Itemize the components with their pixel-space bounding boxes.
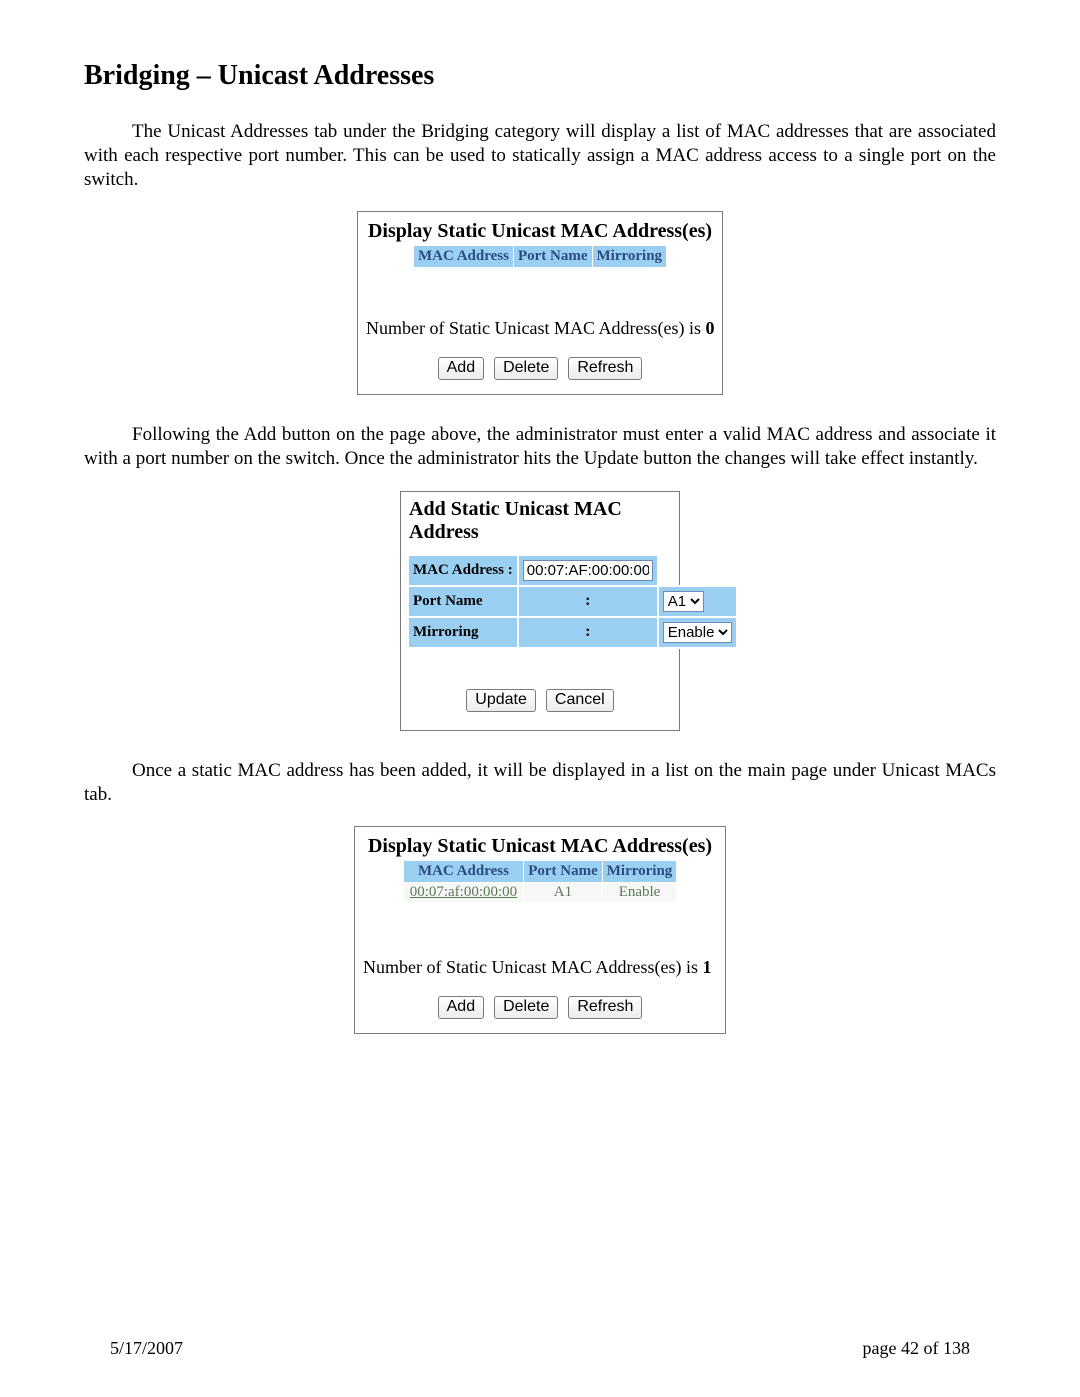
count-value: 0: [705, 318, 714, 338]
col-port-name: Port Name: [513, 246, 592, 268]
count-value: 1: [702, 957, 711, 977]
add-button[interactable]: Add: [438, 996, 484, 1019]
delete-button[interactable]: Delete: [494, 357, 558, 380]
add-button[interactable]: Add: [438, 357, 484, 380]
update-button[interactable]: Update: [466, 689, 536, 712]
cell-port: A1: [524, 883, 603, 903]
col-mac-address: MAC Address: [403, 861, 524, 883]
mirroring-select[interactable]: Enable: [663, 622, 732, 643]
display-populated-table: MAC Address Port Name Mirroring 00:07:af…: [403, 860, 678, 903]
panel-add-title: Add Static Unicast MAC Address: [409, 498, 673, 544]
port-name-select[interactable]: A1: [663, 591, 704, 612]
count-prefix: Number of Static Unicast MAC Address(es)…: [366, 318, 705, 338]
panel-display-populated-title: Display Static Unicast MAC Address(es): [361, 835, 719, 858]
count-prefix: Number of Static Unicast MAC Address(es)…: [363, 957, 702, 977]
panel-add-form: Add Static Unicast MAC Address MAC Addre…: [400, 491, 680, 731]
port-name-label: Port Name: [408, 586, 518, 617]
refresh-button[interactable]: Refresh: [568, 996, 642, 1019]
mac-address-label: MAC Address :: [408, 555, 518, 586]
delete-button[interactable]: Delete: [494, 996, 558, 1019]
footer-page: page 42 of 138: [863, 1338, 970, 1359]
col-mirroring: Mirroring: [602, 861, 677, 883]
count-line-1: Number of Static Unicast MAC Address(es)…: [363, 957, 719, 978]
col-mirroring: Mirroring: [592, 246, 667, 268]
footer-date: 5/17/2007: [110, 1338, 183, 1359]
table-row: 00:07:af:00:00:00 A1 Enable: [403, 883, 677, 903]
panel-display-empty: Display Static Unicast MAC Address(es) M…: [357, 211, 723, 395]
paragraph-3: Once a static MAC address has been added…: [84, 759, 996, 807]
col-port-name: Port Name: [524, 861, 603, 883]
mac-address-input[interactable]: [523, 560, 653, 581]
cell-mirror: Enable: [602, 883, 677, 903]
page-footer: 5/17/2007 page 42 of 138: [110, 1338, 970, 1359]
page-title: Bridging – Unicast Addresses: [84, 60, 996, 92]
refresh-button[interactable]: Refresh: [568, 357, 642, 380]
cancel-button[interactable]: Cancel: [546, 689, 614, 712]
display-empty-header-table: MAC Address Port Name Mirroring: [413, 245, 667, 268]
col-mac-address: MAC Address: [413, 246, 513, 268]
paragraph-1: The Unicast Addresses tab under the Brid…: [84, 120, 996, 191]
panel-display-populated: Display Static Unicast MAC Address(es) M…: [354, 826, 726, 1034]
cell-mac[interactable]: 00:07:af:00:00:00: [403, 883, 524, 903]
mirroring-label: Mirroring: [408, 617, 518, 648]
paragraph-2: Following the Add button on the page abo…: [84, 423, 996, 471]
panel-display-empty-title: Display Static Unicast MAC Address(es): [364, 220, 716, 243]
count-line-0: Number of Static Unicast MAC Address(es)…: [366, 318, 716, 339]
